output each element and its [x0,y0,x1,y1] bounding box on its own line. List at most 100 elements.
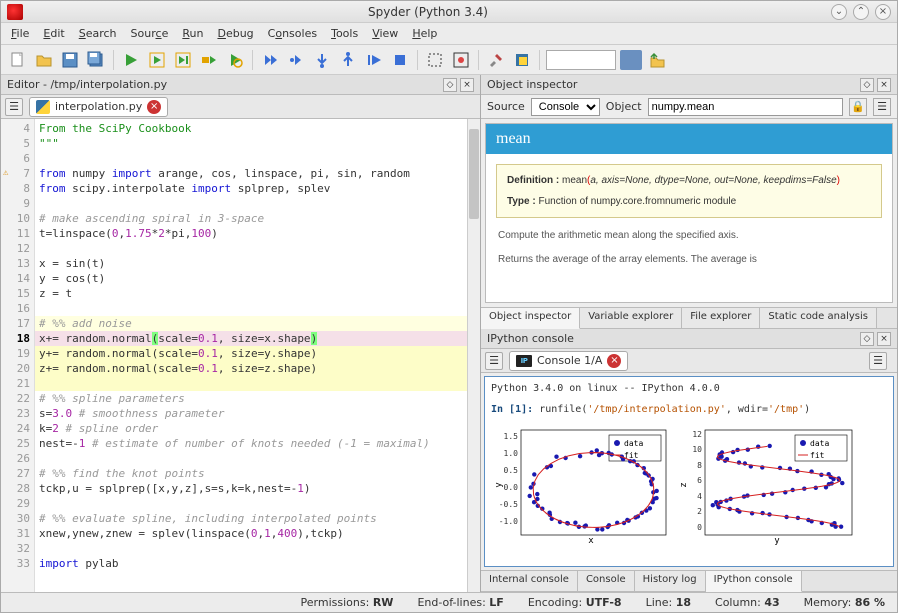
working-dir-combo[interactable] [546,50,616,70]
tab-file-explorer[interactable]: File explorer [682,308,760,328]
pane-options-icon[interactable]: ◇ [860,332,874,346]
pane-close-icon[interactable]: × [877,332,891,346]
tab-static-analysis[interactable]: Static code analysis [760,308,877,328]
console-prompt-line: In [1]: runfile('/tmp/interpolation.py',… [491,404,887,415]
options-gear-icon[interactable]: ☰ [873,98,891,116]
tab-list-button[interactable]: ☰ [5,98,23,116]
run-cell-advance-icon[interactable] [172,49,194,71]
svg-text:-1.0: -1.0 [499,517,518,526]
parent-dir-icon[interactable] [646,49,668,71]
run-selection-icon[interactable] [198,49,220,71]
line-number-gutter: 4567891011121314151617181920212223242526… [1,119,35,592]
code-editor[interactable]: 4567891011121314151617181920212223242526… [1,119,480,592]
pane-close-icon[interactable]: × [460,78,474,92]
tab-variable-explorer[interactable]: Variable explorer [580,308,682,328]
debug-icon[interactable] [259,49,281,71]
editor-tabs: ☰ interpolation.py × [1,95,480,119]
debug-step-icon[interactable] [285,49,307,71]
console-pane: IPython console ◇ × ☰ IP Console 1/A × ☰ [481,329,897,592]
rerun-icon[interactable] [224,49,246,71]
console-tabs: ☰ IP Console 1/A × ☰ [481,349,897,373]
main-toolbar [1,45,897,75]
pane-options-icon[interactable]: ◇ [860,78,874,92]
tab-internal-console[interactable]: Internal console [481,571,578,591]
save-icon[interactable] [59,49,81,71]
tab-object-inspector[interactable]: Object inspector [481,308,580,329]
svg-text:6: 6 [697,476,702,485]
pane-options-icon[interactable]: ◇ [443,78,457,92]
menu-file[interactable]: File [11,27,29,40]
console-options-icon[interactable]: ☰ [869,352,887,370]
statusbar: Permissions: RW End-of-lines: LF Encodin… [1,592,897,612]
maximize-button[interactable]: ⌃ [853,4,869,20]
menu-source[interactable]: Source [131,27,169,40]
doc-definition-box: Definition : mean(a, axis=None, dtype=No… [496,164,882,218]
plot-yz: 12108 6420 z y data fit [677,425,857,545]
console-tab-label: Console 1/A [537,354,602,367]
svg-text:data: data [624,439,643,448]
browse-dir-icon[interactable] [620,49,642,71]
tab-console[interactable]: Console [578,571,635,591]
debug-continue-icon[interactable] [363,49,385,71]
doc-view: mean Definition : mean(a, axis=None, dty… [485,123,893,303]
object-label: Object [606,100,642,113]
debug-stop-icon[interactable] [389,49,411,71]
save-all-icon[interactable] [85,49,107,71]
menu-search[interactable]: Search [79,27,117,40]
svg-text:1.0: 1.0 [504,449,519,458]
right-pane: Object inspector ◇ × Source Console Obje… [481,75,897,592]
console-output[interactable]: Python 3.4.0 on linux -- IPython 4.0.0 I… [484,376,894,567]
python-file-icon [36,100,50,114]
console-tab-list-button[interactable]: ☰ [485,352,503,370]
file-tab-interpolation[interactable]: interpolation.py × [29,97,168,117]
open-file-icon[interactable] [33,49,55,71]
svg-text:1.5: 1.5 [504,432,519,441]
console-tab-1a[interactable]: IP Console 1/A × [509,351,628,371]
svg-text:z: z [679,482,689,487]
menu-edit[interactable]: Edit [43,27,64,40]
code-content[interactable]: From the SciPy Cookbook"""from numpy imp… [35,119,480,592]
inspector-pane-title: Object inspector [487,78,577,91]
status-eol: End-of-lines: LF [417,596,503,609]
file-tab-label: interpolation.py [55,100,142,113]
preferences-icon[interactable] [485,49,507,71]
doc-title: mean [486,124,892,154]
object-input[interactable] [648,98,843,116]
menu-help[interactable]: Help [412,27,437,40]
close-console-tab-icon[interactable]: × [607,354,621,368]
status-line: Line: 18 [646,596,691,609]
svg-text:x: x [588,536,594,545]
close-tab-icon[interactable]: × [147,100,161,114]
pane-close-icon[interactable]: × [877,78,891,92]
minimize-button[interactable]: ⌄ [831,4,847,20]
lock-icon[interactable]: 🔒 [849,98,867,116]
svg-text:10: 10 [692,445,702,454]
svg-text:0.0: 0.0 [504,483,519,492]
svg-text:0.5: 0.5 [504,466,519,475]
svg-text:4: 4 [697,492,702,501]
source-select[interactable]: Console [531,98,600,116]
run-cell-icon[interactable] [146,49,168,71]
pythonpath-icon[interactable] [511,49,533,71]
menu-consoles[interactable]: Consoles [268,27,317,40]
new-file-icon[interactable] [7,49,29,71]
menu-tools[interactable]: Tools [331,27,358,40]
debug-step-in-icon[interactable] [311,49,333,71]
menu-run[interactable]: Run [182,27,203,40]
source-label: Source [487,100,525,113]
run-icon[interactable] [120,49,142,71]
menu-debug[interactable]: Debug [217,27,253,40]
close-button[interactable]: × [875,4,891,20]
debug-step-out-icon[interactable] [337,49,359,71]
tab-ipython-console[interactable]: IPython console [706,571,802,592]
titlebar: Spyder (Python 3.4) ⌄ ⌃ × [1,1,897,23]
svg-text:y: y [494,482,504,488]
svg-text:12: 12 [692,430,702,439]
tab-history-log[interactable]: History log [635,571,706,591]
inline-plots: 1.51.00.5 0.0-0.5-1.0 y x data fit [491,425,887,545]
editor-scrollbar[interactable] [467,119,480,592]
menu-view[interactable]: View [372,27,398,40]
fullscreen-icon[interactable] [450,49,472,71]
console-pane-header: IPython console ◇ × [481,329,897,349]
maximize-pane-icon[interactable] [424,49,446,71]
